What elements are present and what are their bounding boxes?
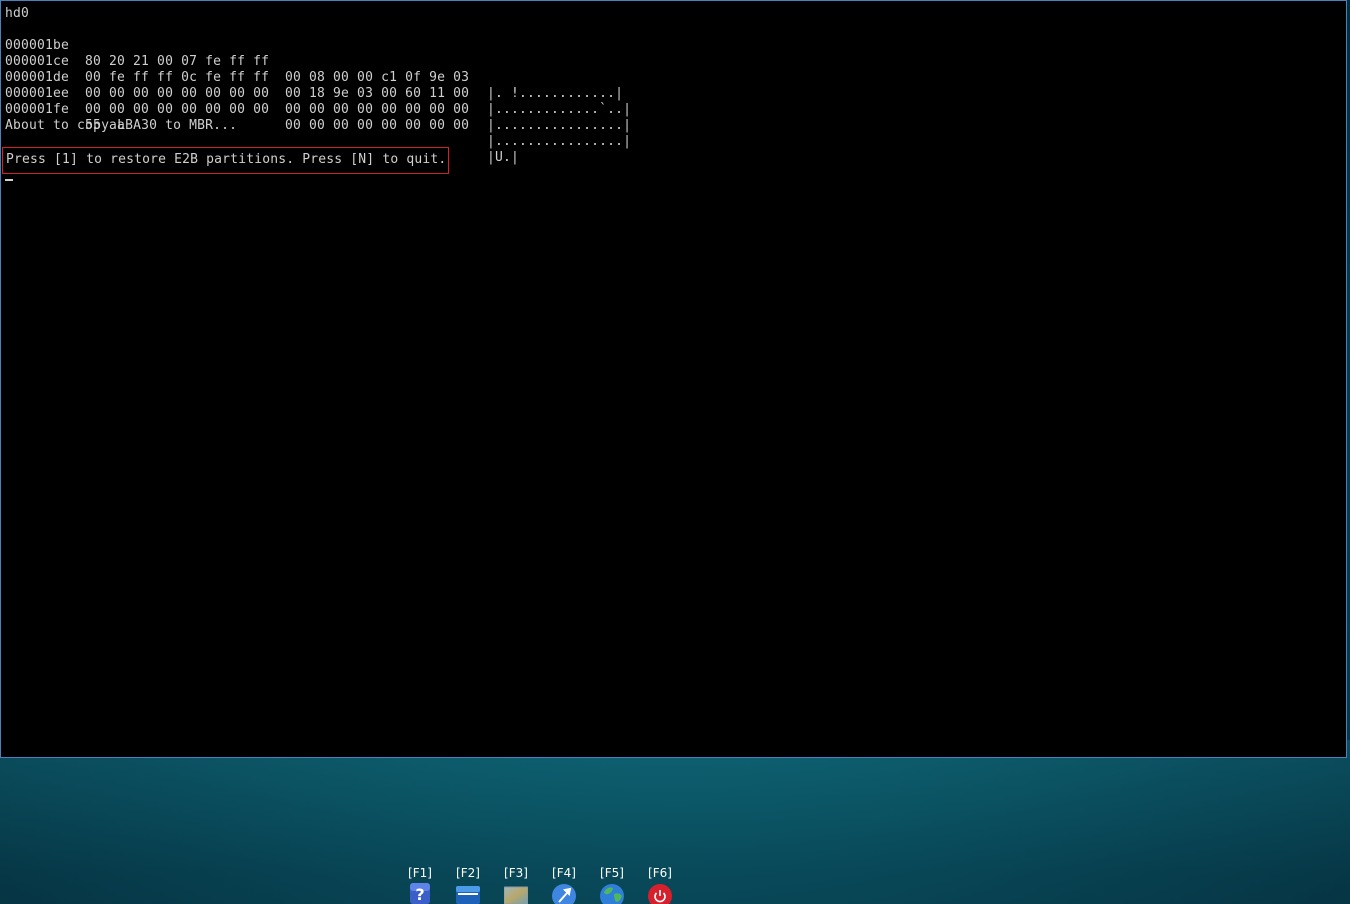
hexdump-row: 000001fe 55 aa |U.|: [5, 86, 519, 165]
terminal-window[interactable]: hd0 000001be 80 20 21 00 07 fe ff ff 00 …: [0, 0, 1347, 758]
hexdump-row: 000001de 00 00 00 00 00 00 00 00 00 00 0…: [5, 54, 631, 133]
hotkey-label: [F2]: [456, 866, 480, 880]
taskbar-item-tools[interactable]: [F4]: [544, 864, 584, 904]
hex-bytes-low: 00 00 00 00 00 00 00 00: [85, 86, 270, 101]
hexdump-row: 000001ce 00 fe ff ff 0c fe ff ff 00 18 9…: [5, 38, 631, 117]
hex-bytes-high: 00 18 9e 03 00 60 11 00: [285, 86, 470, 101]
desktop-background: hd0 000001be 80 20 21 00 07 fe ff ff 00 …: [0, 0, 1350, 904]
taskbar-item-file-manager[interactable]: [F2]: [448, 864, 488, 904]
hex-ascii: |................|: [487, 118, 632, 133]
hexdump-row: 000001be 80 20 21 00 07 fe ff ff 00 08 0…: [5, 22, 623, 101]
globe-icon: [600, 884, 624, 904]
hotkey-label: [F5]: [600, 866, 624, 880]
tools-icon: [552, 884, 576, 904]
hotkey-label: [F3]: [504, 866, 528, 880]
text-cursor[interactable]: [5, 179, 13, 181]
taskbar-item-help[interactable]: [F1] ?: [400, 864, 440, 904]
hotkey-label: [F6]: [648, 866, 672, 880]
restore-prompt: Press [1] to restore E2B partitions. Pre…: [6, 152, 447, 167]
hex-ascii: |.............`..|: [487, 102, 632, 117]
hotkey-label: [F1]: [408, 866, 432, 880]
taskbar: [F1] ? [F2] [F3] [F4] [F5] [F6]: [400, 864, 690, 904]
status-message: About to copy LBA30 to MBR...: [5, 118, 238, 133]
hex-bytes-high: 00 00 00 00 00 00 00 00: [285, 118, 470, 133]
taskbar-item-image-viewer[interactable]: [F3]: [496, 864, 536, 904]
help-icon: ?: [410, 883, 430, 904]
device-label: hd0: [5, 6, 30, 21]
hex-bytes-high: 00 00 00 00 00 00 00 00: [285, 102, 470, 117]
hex-ascii: |U.|: [487, 150, 520, 165]
hex-ascii: |................|: [487, 134, 632, 149]
hex-bytes-low: 00 00 00 00 00 00 00 00: [85, 102, 270, 117]
hex-bytes-high: 00 08 00 00 c1 0f 9e 03: [285, 70, 470, 85]
svg-text:?: ?: [415, 885, 424, 904]
hex-bytes-low: 00 fe ff ff 0c fe ff ff: [85, 70, 270, 85]
hexdump-row: 000001ee 00 00 00 00 00 00 00 00 00 00 0…: [5, 70, 631, 149]
taskbar-item-power[interactable]: [F6]: [640, 864, 680, 904]
hex-bytes-low: 80 20 21 00 07 fe ff ff: [85, 54, 270, 69]
prompt-highlight-box: Press [1] to restore E2B partitions. Pre…: [2, 147, 449, 174]
file-manager-icon: [456, 886, 480, 904]
hex-address: 000001fe: [5, 102, 70, 117]
hex-ascii: |. !............|: [487, 86, 624, 101]
power-icon: [648, 884, 672, 904]
image-viewer-icon: [504, 886, 528, 904]
hotkey-label: [F4]: [552, 866, 576, 880]
taskbar-item-browser[interactable]: [F5]: [592, 864, 632, 904]
